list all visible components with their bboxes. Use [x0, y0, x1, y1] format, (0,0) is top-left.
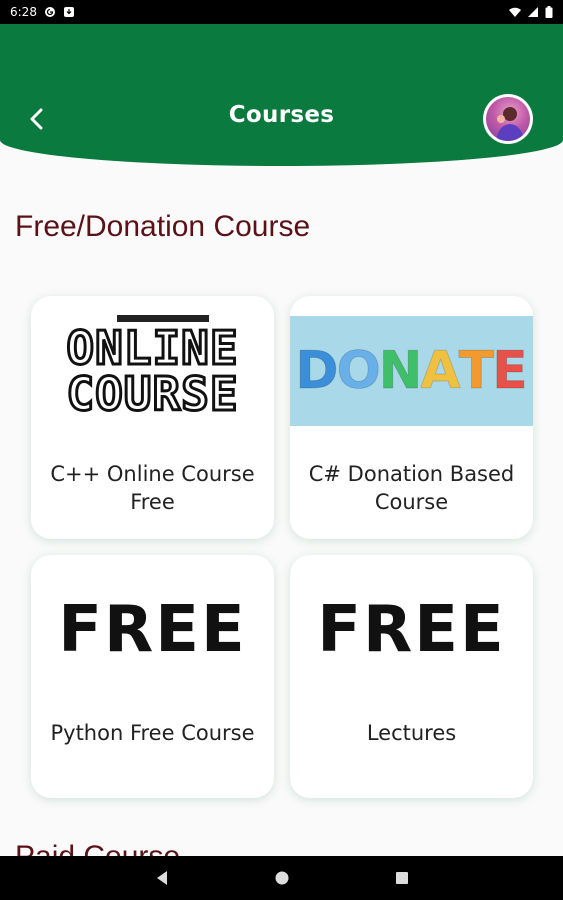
page-title: Courses — [228, 102, 335, 128]
donate-image: D O N A T E — [290, 316, 533, 426]
signal-icon — [528, 7, 538, 17]
course-card-lectures[interactable]: FREE Lectures — [290, 555, 533, 798]
wifi-icon — [509, 7, 521, 17]
status-bar: 6:28 — [0, 0, 563, 24]
system-nav-bar — [0, 856, 563, 900]
course-card-cpp[interactable]: ONLINE COURSE C++ Online Course Free — [31, 296, 274, 539]
home-circle-icon — [275, 871, 288, 885]
course-card-label: Lectures — [366, 721, 457, 745]
circle-g-icon — [44, 7, 55, 17]
course-card-python[interactable]: FREE Python Free Course — [31, 555, 274, 798]
free-image-text: FREE — [58, 593, 247, 667]
status-time: 6:28 — [10, 5, 37, 19]
course-card-label: Python Free Course — [50, 721, 255, 745]
free-image-text: FREE — [317, 593, 506, 667]
user-avatar-image — [486, 97, 530, 141]
battery-icon — [545, 6, 553, 18]
app-header: Courses — [0, 24, 563, 166]
recents-square-icon — [395, 872, 408, 884]
nav-back-button[interactable] — [152, 868, 172, 888]
avatar[interactable] — [483, 94, 533, 144]
course-card-csharp[interactable]: D O N A T E C# Donation Based Course — [290, 296, 533, 539]
course-image-text: COURSE — [65, 366, 239, 423]
section-title: Free/Donation Course — [15, 210, 311, 243]
download-icon — [63, 7, 74, 17]
free-image: FREE — [290, 575, 533, 685]
online-course-image: ONLINE COURSE — [31, 315, 274, 426]
course-card-label: C# Donation Based Course — [308, 462, 515, 514]
nav-home-button[interactable] — [272, 868, 292, 888]
free-image: FREE — [31, 575, 274, 685]
back-triangle-icon — [156, 871, 167, 885]
course-card-label: C++ Online Course Free — [50, 462, 255, 514]
nav-recents-button[interactable] — [392, 868, 412, 888]
